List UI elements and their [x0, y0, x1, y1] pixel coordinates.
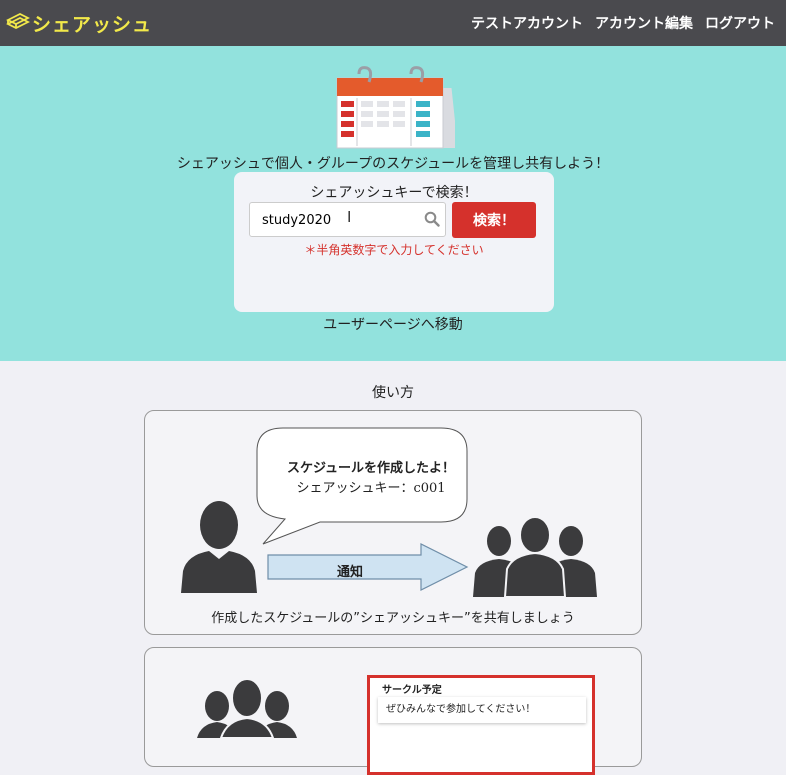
search-input[interactable]	[262, 210, 412, 230]
howto-title: 使い方	[372, 385, 414, 401]
nav-link-logout[interactable]: ログアウト	[705, 13, 775, 33]
bubble-line-1: スケジュールを作成したよ！	[286, 461, 456, 476]
books-icon	[5, 10, 31, 36]
nav-link-test-account[interactable]: テストアカウント	[471, 13, 583, 33]
circle-panel-message: ぜひみんなで参加してください！	[378, 697, 586, 723]
text-cursor-icon: I	[347, 208, 352, 226]
howto-card-share-key: スケジュールを作成したよ！ シェアッシュキー：c001 通知 作成したスケジュー…	[144, 410, 642, 635]
navbar: シェアッシュ テストアカウント アカウント編集 ログアウト	[0, 0, 786, 46]
arrow-label: 通知	[337, 565, 364, 580]
brand[interactable]: シェアッシュ	[5, 10, 152, 37]
bubble-line-2: シェアッシュキー：c001	[296, 481, 446, 496]
group-icon	[473, 517, 597, 597]
search-box[interactable]: I	[249, 202, 446, 237]
hero-section: シェアッシュで個人・グループのスケジュールを管理し共有しよう！ シェアッシュキー…	[0, 46, 786, 361]
search-title: シェアッシュキーで検索！	[310, 185, 478, 201]
nav-links: テストアカウント アカウント編集 ログアウト	[459, 0, 775, 46]
brand-name[interactable]: シェアッシュ	[32, 10, 152, 37]
single-person-icon	[181, 501, 257, 593]
card1-caption: 作成したスケジュールの”シェアッシュキー”を共有しましょう	[211, 611, 575, 626]
group-icon-2	[197, 678, 297, 738]
circle-schedule-panel: サークル予定 ぜひみんなで参加してください！	[367, 675, 595, 775]
calendar-icon	[336, 66, 455, 149]
bubble-text: スケジュールを作成したよ！ シェアッシュキー：c001	[261, 459, 481, 499]
search-button[interactable]: 検索！	[452, 202, 536, 238]
search-card: シェアッシュキーで検索！ I 検索！ ＊半角英数字で入力してください	[234, 172, 554, 312]
notify-arrow	[267, 543, 469, 591]
search-icon[interactable]	[424, 211, 440, 231]
userpage-link[interactable]: ユーザーページへ移動	[0, 314, 786, 334]
hero-tagline: シェアッシュで個人・グループのスケジュールを管理し共有しよう！	[176, 156, 610, 172]
search-hint: ＊半角英数字で入力してください	[304, 243, 484, 257]
circle-panel-title: サークル予定	[382, 685, 442, 696]
howto-card-circle: サークル予定 ぜひみんなで参加してください！	[144, 647, 642, 775]
nav-link-edit-account[interactable]: アカウント編集	[595, 13, 693, 33]
